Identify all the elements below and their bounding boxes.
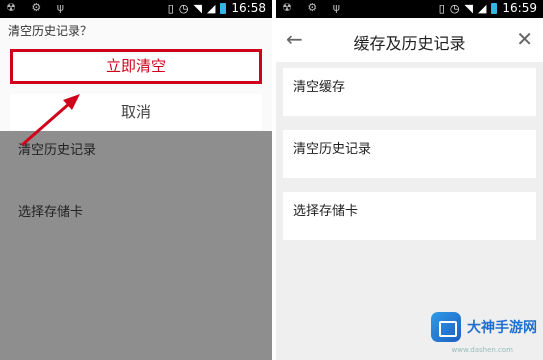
close-icon[interactable]: ✕ — [516, 27, 533, 51]
alarm-icon: ◷ — [449, 1, 460, 15]
watermark: 大神手游网 — [431, 312, 537, 342]
status-time: 16:58 — [231, 1, 266, 15]
vibrate-icon: ▯ — [167, 1, 174, 15]
status-right: ▯ ◷ ◥ ◢ 16:59 — [439, 1, 537, 15]
left-screen: ☢ ⚙ ψ ▯ ◷ ◥ ◢ 16:58 清空历史记录？ 立即清空 取消 清空历史… — [0, 0, 272, 360]
card-select-storage[interactable]: 选择存储卡 — [283, 192, 536, 240]
status-right: ▯ ◷ ◥ ◢ 16:58 — [168, 1, 266, 15]
battery-icon — [220, 2, 227, 14]
card-clear-history[interactable]: 清空历史记录 — [283, 130, 536, 178]
watermark-name: 大神手游网 — [467, 320, 537, 336]
dialog-title: 清空历史记录？ — [8, 24, 93, 38]
card-title: 清空缓存 — [293, 80, 346, 95]
alarm-icon: ◷ — [178, 1, 189, 15]
card-title: 清空历史记录 — [293, 142, 372, 157]
app-header: ← 缓存及历史记录 ✕ — [276, 18, 543, 62]
wifi-icon: ◥ — [464, 1, 473, 15]
status-bar: ☢ ⚙ ψ ▯ ◷ ◥ ◢ 16:59 — [276, 0, 543, 18]
card-title: 选择存储卡 — [293, 204, 359, 219]
status-icons: ☢ ⚙ ψ — [6, 1, 70, 14]
status-time: 16:59 — [502, 1, 537, 15]
watermark-url: www.dashen.com — [451, 346, 514, 354]
signal-icon: ◢ — [206, 1, 216, 15]
cancel-button[interactable]: 取消 — [10, 94, 262, 130]
card-clear-cache[interactable]: 清空缓存 — [283, 68, 536, 116]
dimmed-background: 清空历史记录 选择存储卡 — [0, 131, 272, 360]
right-screen: ☢ ⚙ ψ ▯ ◷ ◥ ◢ 16:59 ← 缓存及历史记录 ✕ 清空缓存 清空历… — [276, 0, 543, 360]
battery-icon — [491, 2, 498, 14]
page-title: 缓存及历史记录 — [353, 34, 466, 53]
signal-icon: ◢ — [477, 1, 487, 15]
wifi-icon: ◥ — [193, 1, 202, 15]
watermark-logo-icon — [431, 312, 461, 342]
vibrate-icon: ▯ — [438, 1, 445, 15]
clear-now-button[interactable]: 立即清空 — [10, 49, 262, 84]
status-bar: ☢ ⚙ ψ ▯ ◷ ◥ ◢ 16:58 — [0, 0, 272, 18]
menu-item-select-storage[interactable]: 选择存储卡 — [18, 201, 83, 220]
menu-item-clear-history[interactable]: 清空历史记录 — [18, 139, 96, 158]
status-icons: ☢ ⚙ ψ — [282, 1, 346, 14]
